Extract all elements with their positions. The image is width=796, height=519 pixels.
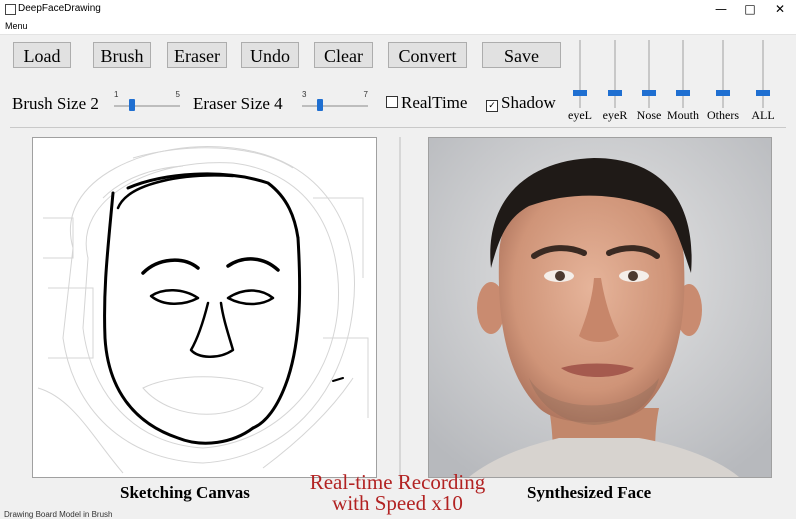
close-icon[interactable]: ✕ xyxy=(765,0,795,20)
eyeR-slider-handle[interactable] xyxy=(608,89,622,96)
shadow-label: Shadow xyxy=(501,93,556,112)
others-slider-track xyxy=(722,40,724,108)
brush-size-label: Brush Size 2 xyxy=(12,94,99,113)
divider xyxy=(10,127,786,128)
synthesized-face-drawing xyxy=(429,138,771,477)
all-slider[interactable] xyxy=(753,40,773,108)
brush-slider-handle[interactable] xyxy=(129,99,135,111)
others-label: Others xyxy=(707,108,739,122)
eyeR-label: eyeR xyxy=(602,108,628,122)
sketch-drawing xyxy=(37,146,369,474)
nose-label: Nose xyxy=(636,108,662,122)
status-bar: Drawing Board Model in Brush xyxy=(4,510,113,519)
overlay-line-2: with Speed x10 xyxy=(332,491,463,515)
maximize-icon[interactable]: □ xyxy=(735,0,765,20)
eraser-size-slider[interactable]: 3 7 xyxy=(302,88,368,118)
eyeR-slider-track xyxy=(614,40,616,108)
brush-button[interactable]: Brush xyxy=(93,42,151,68)
eraser-button[interactable]: Eraser xyxy=(167,42,227,68)
others-slider[interactable] xyxy=(713,40,733,108)
eraser-slider-handle[interactable] xyxy=(317,99,323,111)
nose-slider[interactable] xyxy=(639,40,659,108)
realtime-checkbox-box[interactable] xyxy=(386,96,398,108)
shadow-checkbox[interactable]: ✓ Shadow xyxy=(486,93,556,113)
menu-item-menu[interactable]: Menu xyxy=(5,21,28,31)
save-button[interactable]: Save xyxy=(482,42,561,68)
minimize-icon[interactable]: — xyxy=(706,0,736,20)
eyeL-slider-track xyxy=(579,40,581,108)
mouth-slider-handle[interactable] xyxy=(676,89,690,96)
all-slider-handle[interactable] xyxy=(756,89,770,96)
panel-separator xyxy=(399,137,401,479)
mouth-label: Mouth xyxy=(666,108,699,122)
realtime-checkbox[interactable]: RealTime xyxy=(386,93,467,113)
undo-button[interactable]: Undo xyxy=(241,42,299,68)
sketching-canvas[interactable] xyxy=(32,137,377,478)
window-title: DeepFaceDrawing xyxy=(18,3,101,14)
app-icon xyxy=(5,4,16,15)
eraser-slider-min: 3 xyxy=(302,90,307,99)
mouth-slider-track xyxy=(682,40,684,108)
brush-slider-track xyxy=(114,105,180,107)
convert-button[interactable]: Convert xyxy=(388,42,467,68)
synthesized-face-caption: Synthesized Face xyxy=(527,483,652,502)
all-slider-track xyxy=(762,40,764,108)
overlay-line-1: Real-time Recording xyxy=(309,470,486,494)
eraser-size-label: Eraser Size 4 xyxy=(193,94,283,113)
synthesized-face-image xyxy=(428,137,772,478)
brush-slider-max: 5 xyxy=(175,90,180,99)
nose-slider-track xyxy=(648,40,650,108)
brush-size-slider[interactable]: 1 5 xyxy=(114,88,180,118)
realtime-label: RealTime xyxy=(401,93,468,112)
clear-button[interactable]: Clear xyxy=(314,42,373,68)
sketching-canvas-caption: Sketching Canvas xyxy=(120,483,250,502)
load-button[interactable]: Load xyxy=(13,42,71,68)
eyeL-slider[interactable] xyxy=(570,40,590,108)
mouth-slider[interactable] xyxy=(673,40,693,108)
title-bar: DeepFaceDrawing — □ ✕ xyxy=(0,0,796,20)
recording-overlay: Real-time Recording with Speed x10 xyxy=(270,472,525,514)
eraser-slider-max: 7 xyxy=(363,90,368,99)
all-label: ALL xyxy=(751,108,775,122)
menu-bar: Menu xyxy=(0,20,796,35)
others-slider-handle[interactable] xyxy=(716,89,730,96)
eyeL-label: eyeL xyxy=(568,108,592,122)
brush-slider-min: 1 xyxy=(114,90,119,99)
eraser-slider-track xyxy=(302,105,368,107)
nose-slider-handle[interactable] xyxy=(642,89,656,96)
shadow-checkbox-box[interactable]: ✓ xyxy=(486,100,498,112)
eyeL-slider-handle[interactable] xyxy=(573,89,587,96)
eyeR-slider[interactable] xyxy=(605,40,625,108)
